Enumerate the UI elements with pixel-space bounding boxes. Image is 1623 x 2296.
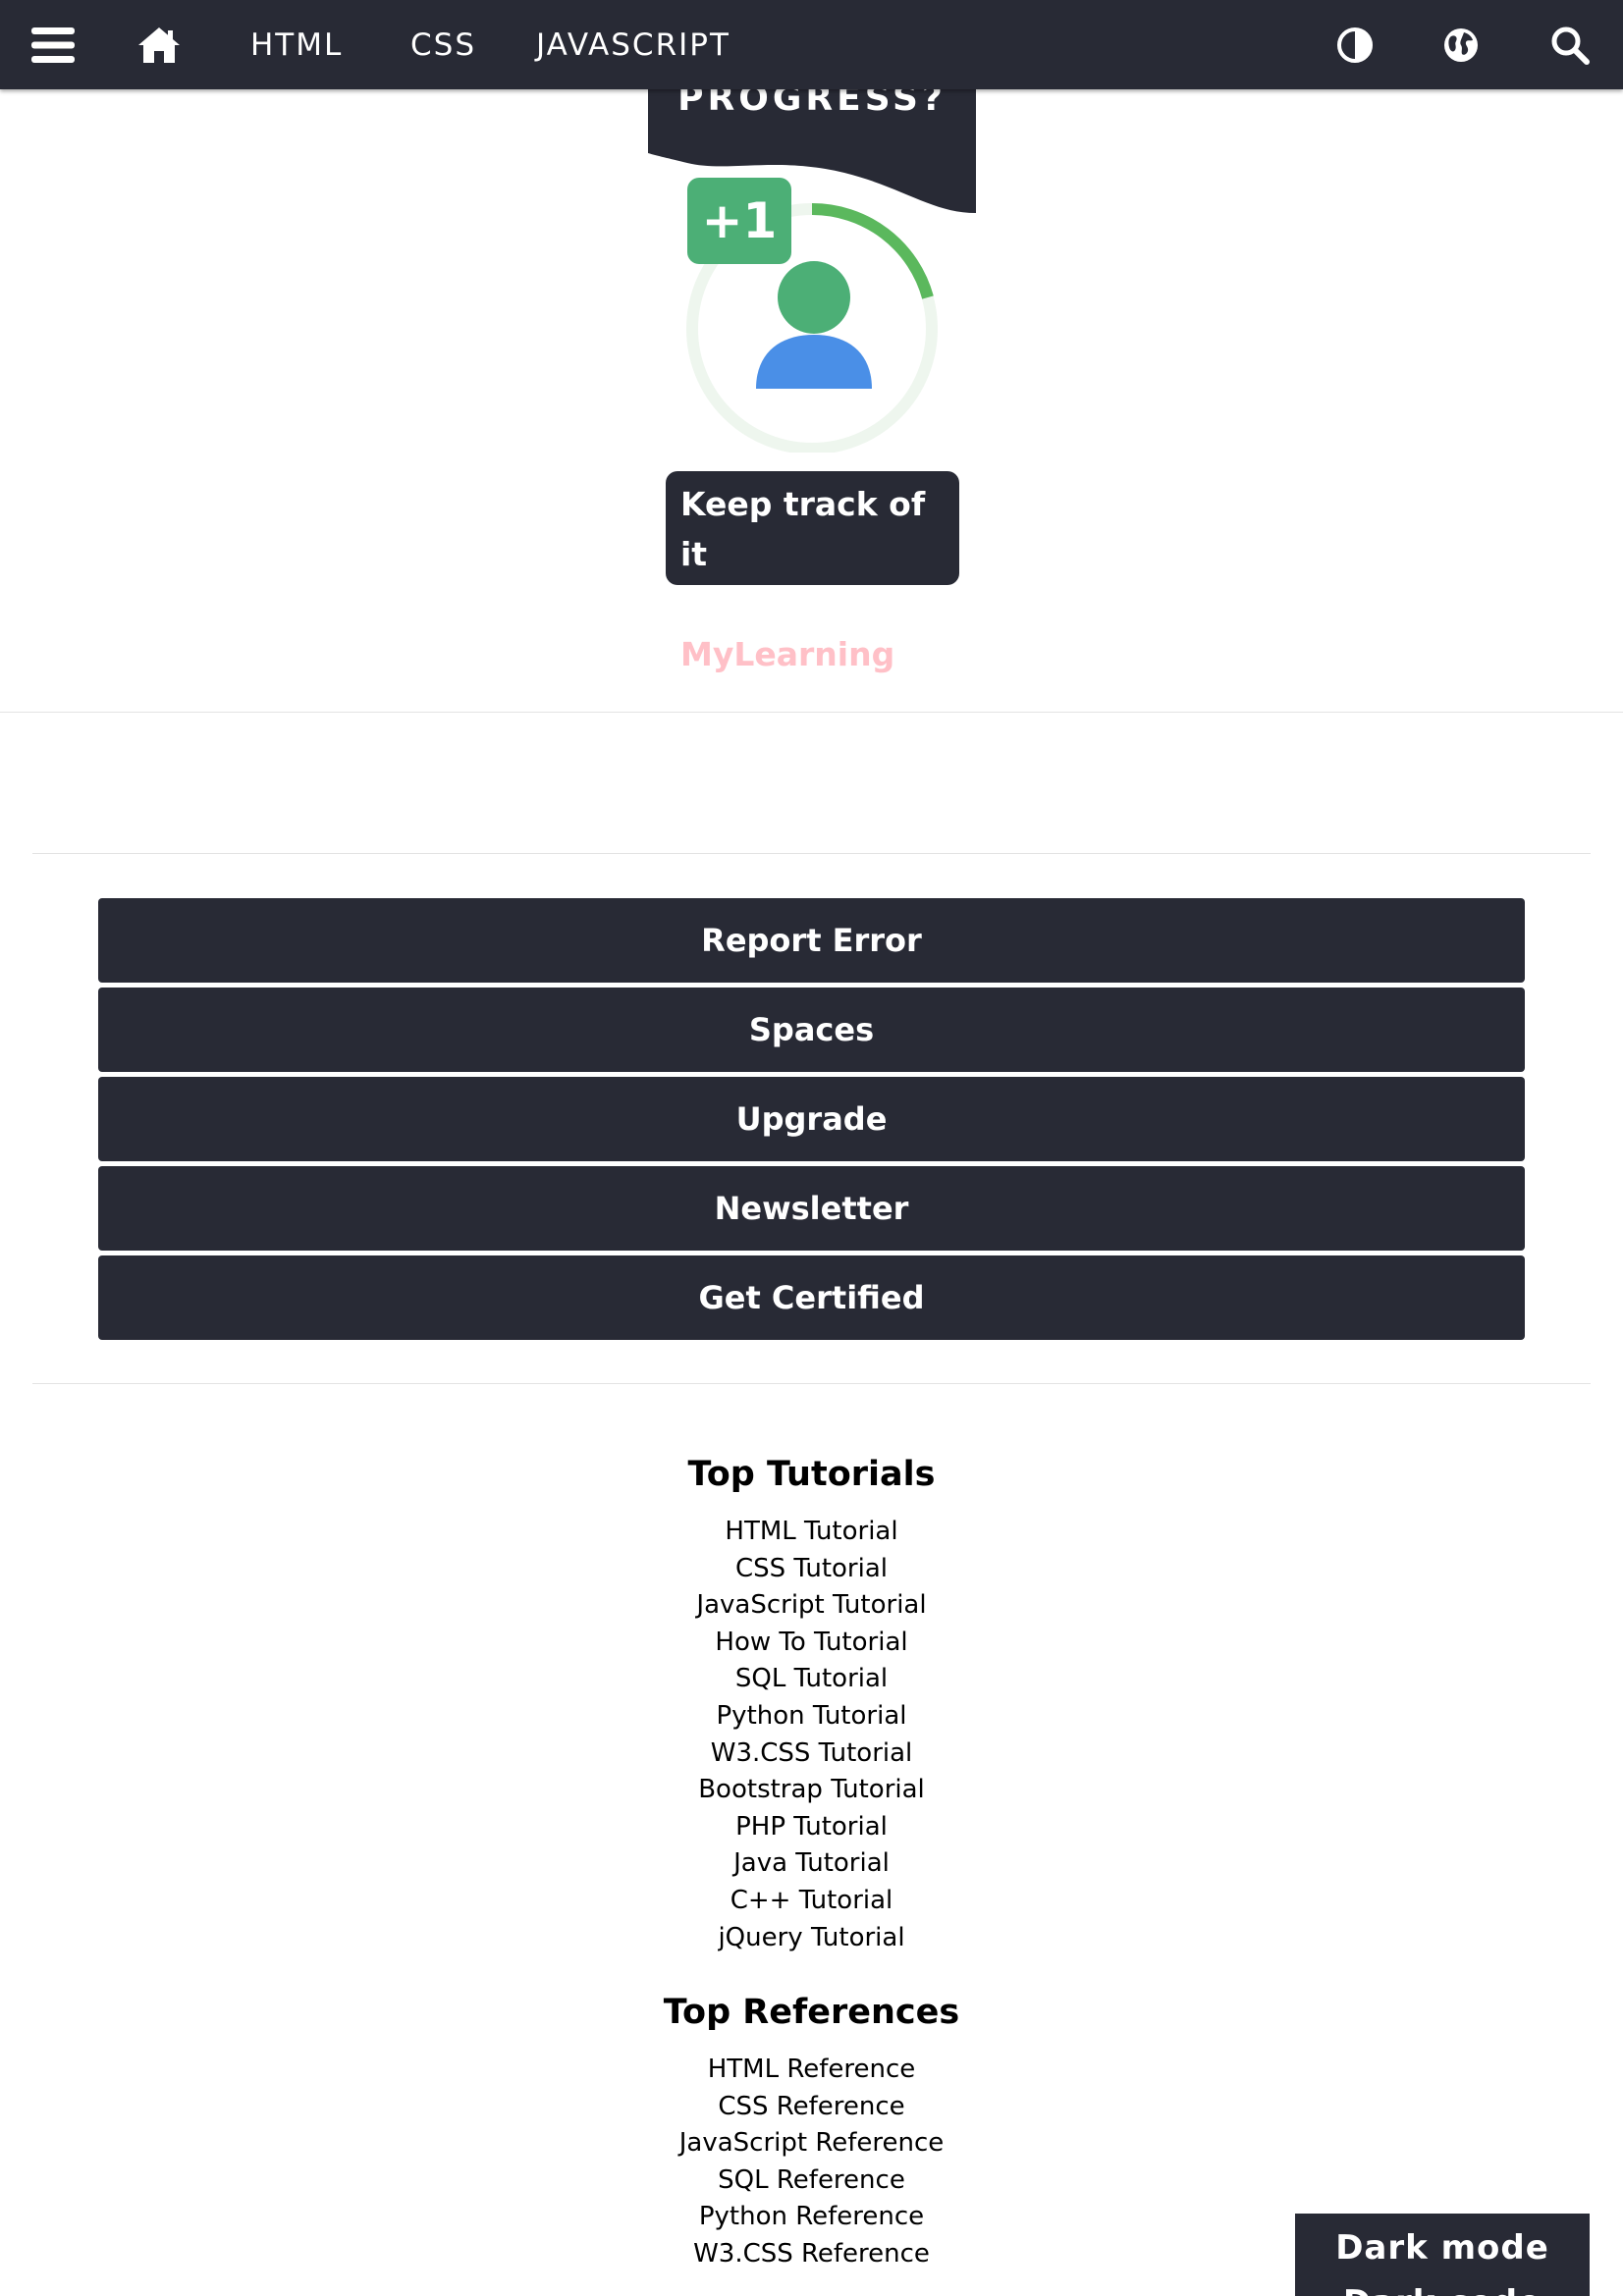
nav-link-html[interactable]: HTML (250, 0, 343, 89)
tutorial-link[interactable]: JavaScript Tutorial (0, 1587, 1623, 1625)
tutorial-link[interactable]: Bootstrap Tutorial (0, 1772, 1623, 1809)
search-button[interactable] (1517, 0, 1623, 89)
ad-badge: +1 (701, 192, 778, 249)
report-error-button[interactable]: Report Error (98, 898, 1525, 983)
top-tutorials-heading: Top Tutorials (687, 1455, 936, 1494)
top-navigation-bar: HTML CSS JAVASCRIPT (0, 0, 1623, 89)
tutorial-link[interactable]: W3.CSS Tutorial (0, 1735, 1623, 1773)
tutorial-link[interactable]: PHP Tutorial (0, 1809, 1623, 1846)
home-button[interactable] (106, 0, 212, 89)
spaces-button[interactable]: Spaces (98, 988, 1525, 1072)
get-certified-button[interactable]: Get Certified (98, 1255, 1525, 1340)
tutorial-link[interactable]: Python Tutorial (0, 1698, 1623, 1735)
contrast-icon (1337, 27, 1373, 63)
mylearning-highlight: MyLearning (680, 635, 895, 673)
tutorial-link[interactable]: Java Tutorial (0, 1845, 1623, 1883)
top-references-heading: Top References (663, 1993, 960, 2032)
tutorial-link[interactable]: SQL Tutorial (0, 1661, 1623, 1698)
avatar-head (778, 261, 850, 334)
tutorial-link[interactable]: CSS Tutorial (0, 1551, 1623, 1588)
upgrade-button[interactable]: Upgrade (98, 1077, 1525, 1161)
dark-mode-button[interactable]: Dark mode Dark code (1295, 2214, 1590, 2296)
tutorial-link[interactable]: HTML Tutorial (0, 1514, 1623, 1551)
section-divider (0, 712, 1623, 713)
ad-headline: PROGRESS? (677, 89, 947, 119)
menu-button[interactable] (0, 0, 106, 89)
home-icon (138, 27, 180, 63)
section-divider (32, 853, 1591, 854)
ad-call-to-action: Keep track of it on MyLearning! (666, 471, 959, 673)
mylearning-ad[interactable]: PROGRESS? +1 Keep track of it on MyLearn… (648, 89, 976, 673)
top-tutorials-section: Top Tutorials HTML Tutorial CSS Tutorial… (0, 1447, 1623, 1956)
tutorial-link[interactable]: jQuery Tutorial (0, 1920, 1623, 1957)
reference-link[interactable]: JavaScript Reference (0, 2125, 1623, 2163)
tutorial-link[interactable]: How To Tutorial (0, 1625, 1623, 1662)
tutorial-link[interactable]: C++ Tutorial (0, 1883, 1623, 1920)
reference-link[interactable]: SQL Reference (0, 2163, 1623, 2200)
search-icon (1551, 27, 1590, 65)
nav-link-javascript[interactable]: JAVASCRIPT (536, 0, 730, 89)
ad-cta-line2: on MyLearning! (680, 585, 910, 673)
newsletter-button[interactable]: Newsletter (98, 1166, 1525, 1251)
action-button-list: Report Error Spaces Upgrade Newsletter G… (98, 898, 1525, 1345)
ad-cta-line1: Keep track of it (680, 485, 926, 573)
language-button[interactable] (1408, 0, 1514, 89)
theme-toggle-button[interactable] (1302, 0, 1408, 89)
dark-code-label: Dark code (1295, 2269, 1590, 2296)
reference-link[interactable]: HTML Reference (0, 2052, 1623, 2089)
globe-icon (1444, 27, 1478, 62)
nav-link-css[interactable]: CSS (410, 0, 476, 89)
reference-link[interactable]: CSS Reference (0, 2089, 1623, 2126)
section-divider (32, 1383, 1591, 1384)
hamburger-menu-icon (31, 27, 75, 63)
avatar-body (756, 335, 872, 389)
